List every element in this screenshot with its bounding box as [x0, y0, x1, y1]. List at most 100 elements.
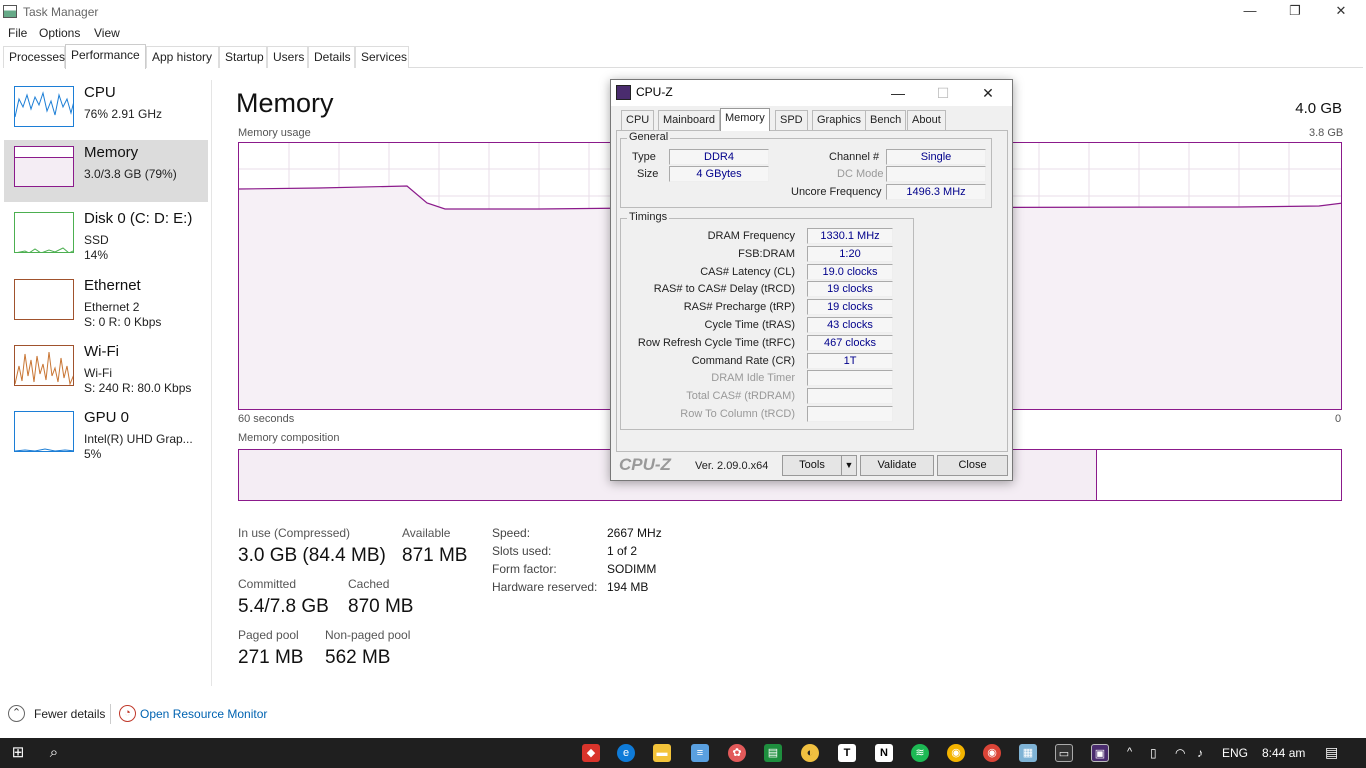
- cpuz-bottom-bar: CPU-Z Ver. 2.09.0.x64 Tools ▼ Validate C…: [615, 453, 1008, 477]
- cpuz-title: CPU-Z: [636, 85, 673, 99]
- timing-label: Cycle Time (tRAS): [704, 319, 795, 331]
- sheets-icon[interactable]: ▤: [764, 744, 782, 762]
- resource-monitor-icon[interactable]: ◔: [119, 705, 136, 722]
- notifications-icon[interactable]: ▤: [1325, 744, 1338, 761]
- footer-divider: [110, 704, 111, 724]
- speed-label: Speed:: [492, 526, 531, 540]
- fewer-details-link[interactable]: Fewer details: [34, 707, 105, 721]
- tab-bar: Processes Performance App history Startu…: [3, 44, 1363, 69]
- taskbar: ⊞ ⌕ ◆ e ▬ ≡ ✿ ▤ ◐ T N ≋ ◉ ◉ ▦ ▭ ▣ ^ ▯ ◠ …: [0, 738, 1366, 768]
- timing-label: DRAM Frequency: [707, 230, 795, 242]
- cpuz-title-bar: CPU-Z — ☐ ✕: [611, 80, 1012, 106]
- timing-value: [807, 388, 893, 405]
- wifi-tray-icon[interactable]: ◠: [1175, 746, 1185, 760]
- cpuz-minimize-button[interactable]: —: [878, 82, 918, 104]
- tab-details[interactable]: Details: [308, 46, 355, 68]
- type-value: DDR4: [669, 149, 769, 165]
- chrome-icon[interactable]: ◉: [947, 744, 965, 762]
- sidebar-item-cpu[interactable]: CPU 76% 2.91 GHz: [4, 80, 208, 142]
- close-button[interactable]: ✕: [1318, 0, 1364, 24]
- timing-value: [807, 370, 893, 387]
- timing-label: CAS# Latency (CL): [700, 265, 795, 278]
- menu-view[interactable]: View: [94, 26, 120, 40]
- size-value: 4 GBytes: [669, 166, 769, 182]
- tab-processes[interactable]: Processes: [3, 46, 65, 68]
- cpuz-tab-about[interactable]: About: [907, 110, 946, 130]
- sidebar-item-disk[interactable]: Disk 0 (C: D: E:) SSD 14%: [4, 206, 208, 268]
- memory-composition-label: Memory composition: [238, 432, 340, 444]
- validate-button[interactable]: Validate: [860, 455, 934, 476]
- tab-users[interactable]: Users: [267, 46, 308, 68]
- tiktok-icon[interactable]: T: [838, 744, 856, 762]
- sidebar-gpu-usage: 5%: [84, 447, 102, 461]
- cpuz-logo: CPU-Z: [619, 455, 671, 474]
- tools-button[interactable]: Tools: [782, 455, 842, 476]
- tools-dropdown-icon[interactable]: ▼: [841, 455, 857, 476]
- spotify-icon[interactable]: ≋: [911, 744, 929, 762]
- device-icon[interactable]: ▯: [1150, 746, 1157, 760]
- cpuz-close-text-button[interactable]: Close: [937, 455, 1008, 476]
- menu-file[interactable]: File: [8, 26, 27, 40]
- sidebar-cpu-sub: 76% 2.91 GHz: [84, 107, 163, 121]
- tab-services[interactable]: Services: [355, 46, 409, 68]
- anydesk-icon[interactable]: ◆: [582, 744, 600, 762]
- notepad-icon[interactable]: ≡: [691, 744, 709, 762]
- cpuz-tab-mainboard[interactable]: Mainboard: [658, 110, 720, 130]
- edge-icon[interactable]: e: [617, 744, 635, 762]
- cpuz-taskbar-icon[interactable]: ▣: [1091, 744, 1109, 762]
- open-resource-monitor-link[interactable]: Open Resource Monitor: [140, 707, 267, 721]
- windows-start-icon[interactable]: ⊞: [9, 744, 27, 762]
- sidebar-item-wifi[interactable]: Wi-Fi Wi-Fi S: 240 R: 80.0 Kbps: [4, 339, 208, 401]
- volume-icon[interactable]: ♪: [1197, 746, 1203, 760]
- app-icon[interactable]: ✿: [728, 744, 746, 762]
- sidebar-item-memory[interactable]: Memory 3.0/3.8 GB (79%): [4, 140, 208, 202]
- nonpaged-pool-value: 562 MB: [325, 647, 391, 668]
- sidebar-wifi-name: Wi-Fi: [84, 343, 119, 360]
- timing-label: Row Refresh Cycle Time (tRFC): [637, 336, 795, 349]
- page-title: Memory: [236, 88, 334, 118]
- time-span-label: 60 seconds: [238, 413, 295, 425]
- memory-total: 4.0 GB: [1295, 100, 1342, 117]
- dc-mode-label: DC Mode: [837, 168, 884, 180]
- cached-label: Cached: [348, 577, 390, 591]
- task-manager-taskbar-icon[interactable]: ▦: [1019, 744, 1037, 762]
- file-explorer-icon[interactable]: ▬: [653, 744, 671, 762]
- cpu-thumbnail: [14, 86, 74, 127]
- chevron-up-icon[interactable]: ⌃: [8, 705, 25, 722]
- weather-icon[interactable]: ◐: [801, 744, 819, 762]
- in-use-value: 3.0 GB (84.4 MB): [238, 545, 386, 566]
- committed-value: 5.4/7.8 GB: [238, 596, 329, 617]
- available-label: Available: [402, 526, 451, 540]
- search-icon[interactable]: ⌕: [45, 744, 63, 762]
- tab-startup[interactable]: Startup: [219, 46, 267, 68]
- chrome-profile-icon[interactable]: ◉: [983, 744, 1001, 762]
- sidebar-item-ethernet[interactable]: Ethernet Ethernet 2 S: 0 R: 0 Kbps: [4, 273, 208, 335]
- uncore-frequency-label: Uncore Frequency: [791, 186, 882, 198]
- tab-performance[interactable]: Performance: [65, 44, 146, 69]
- timing-value: 19 clocks: [807, 281, 893, 298]
- cpuz-tab-cpu[interactable]: CPU: [621, 110, 655, 130]
- maximize-button[interactable]: ❐: [1272, 0, 1318, 24]
- sidebar-item-gpu[interactable]: GPU 0 Intel(R) UHD Grap... 5%: [4, 405, 208, 467]
- sidebar-memory-sub: 3.0/3.8 GB (79%): [84, 167, 177, 181]
- timing-value: 1T: [807, 352, 893, 369]
- chevron-up-tray-icon[interactable]: ^: [1127, 746, 1132, 758]
- cpuz-tab-bench[interactable]: Bench: [865, 110, 907, 130]
- cpuz-close-button[interactable]: ✕: [968, 82, 1008, 104]
- clock[interactable]: 8:44 am: [1262, 746, 1305, 760]
- dc-mode-value: [886, 166, 986, 182]
- minimize-button[interactable]: —: [1227, 0, 1273, 24]
- timing-label: Row To Column (tRCD): [680, 408, 795, 420]
- language-indicator[interactable]: ENG: [1222, 746, 1248, 760]
- channel-label: Channel #: [829, 151, 880, 163]
- notion-icon[interactable]: N: [875, 744, 893, 762]
- timing-label: FSB:DRAM: [738, 247, 795, 260]
- cpuz-tab-graphics[interactable]: Graphics: [812, 110, 867, 130]
- speed-value: 2667 MHz: [607, 526, 662, 540]
- tab-app-history[interactable]: App history: [146, 46, 219, 68]
- cpuz-tab-memory[interactable]: Memory: [720, 108, 770, 131]
- terminal-icon[interactable]: ▭: [1055, 744, 1073, 762]
- timing-label: DRAM Idle Timer: [711, 372, 795, 385]
- cpuz-tab-spd[interactable]: SPD: [775, 110, 808, 130]
- menu-options[interactable]: Options: [39, 26, 80, 40]
